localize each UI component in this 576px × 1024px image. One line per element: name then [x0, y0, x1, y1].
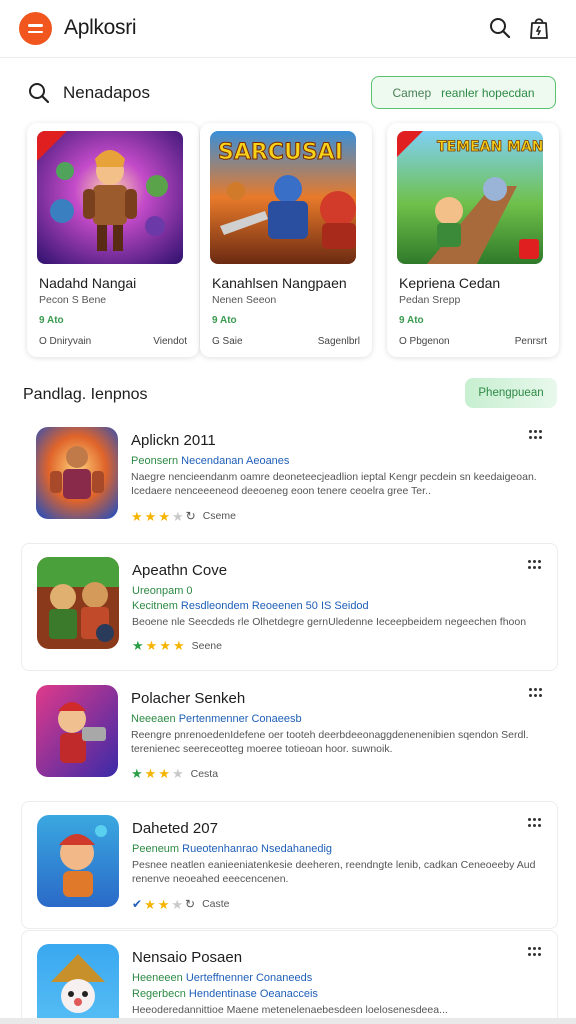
- star-icon: ★: [172, 638, 185, 653]
- filter-label-b: reanler hopecdan: [441, 85, 535, 100]
- item-description: Heeoderedannittioe Maene metenelenaebesd…: [132, 1004, 448, 1016]
- filter-chip[interactable]: Camep reanler hopecdan: [371, 76, 556, 109]
- search-icon[interactable]: [27, 81, 51, 105]
- card-meta-right: Penrsrt: [514, 336, 547, 347]
- star-icon: ★: [157, 896, 170, 912]
- card-title: Kepriena Cedan: [399, 275, 501, 291]
- more-icon[interactable]: [529, 430, 543, 442]
- card-price: 9 Ato: [212, 315, 237, 326]
- star-icon: ★: [132, 638, 144, 653]
- item-developer: Heeneeen Uerteffnenner Conaneeds: [132, 972, 313, 984]
- filter-label-a: Camep: [392, 85, 432, 100]
- item-description: Naegre nencieendanm oamre deoneteecjeadl…: [131, 471, 537, 497]
- check-icon: ✔: [132, 897, 143, 911]
- refresh-icon: ↻: [185, 897, 196, 911]
- featured-card[interactable]: TEMEAN MANSBAN Kepriena Cedan Pedan Srep…: [387, 123, 559, 357]
- item-description: Pesnee neatlen eanieeniatenkesie deehere…: [132, 859, 536, 885]
- shopping-bag-icon[interactable]: [527, 15, 551, 41]
- item-rating: ★ ★ ★ ★ Cesta: [131, 767, 218, 780]
- star-icon: ★: [144, 508, 157, 524]
- game-artwork: TEMEAN MANSBAN: [397, 131, 543, 264]
- card-subtitle: Nenen Seeon: [212, 294, 277, 306]
- star-icon: ★: [171, 508, 184, 524]
- card-meta-left: O Pbgenon: [399, 336, 450, 347]
- list-item[interactable]: Apeathn Cove Ureonpam 0 Kecitnem Resdleo…: [21, 543, 558, 671]
- card-title: Nadahd Nangai: [39, 275, 137, 291]
- search-icon[interactable]: [488, 16, 512, 40]
- star-icon: ★: [144, 766, 157, 781]
- star-icon: ★: [159, 638, 171, 653]
- item-title: Apeathn Cove: [132, 562, 228, 579]
- item-description: Reengre pnrenoedenIdefene oer tooteh dee…: [131, 729, 529, 755]
- list-item[interactable]: Nensaio Posaen Heeneeen Uerteffnenner Co…: [21, 930, 558, 1024]
- rating-label: Cesta: [190, 767, 219, 780]
- app-icon: [37, 815, 119, 907]
- more-icon[interactable]: [529, 688, 543, 700]
- card-meta-left: G Saie: [212, 336, 243, 347]
- artwork-title: SARCUSAI: [218, 140, 343, 165]
- app-icon: [37, 944, 119, 1024]
- more-icon[interactable]: [528, 818, 542, 830]
- star-icon: ★: [131, 508, 143, 524]
- card-title: Kanahlsen Nangpaen: [212, 275, 347, 291]
- item-title: Nensaio Posaen: [132, 949, 243, 966]
- app-icon: [36, 427, 118, 519]
- item-rating: ★ ★ ★ ★ Seene: [132, 639, 222, 652]
- card-meta-left: O Dniryvain: [39, 336, 92, 347]
- card-price: 9 Ato: [39, 315, 64, 326]
- card-price: 9 Ato: [399, 315, 424, 326]
- star-icon: ★: [158, 766, 170, 781]
- more-icon[interactable]: [528, 947, 542, 959]
- item-rating: ✔ ★ ★ ★ ↻ Caste: [132, 897, 230, 911]
- bottom-edge: [0, 1018, 576, 1024]
- item-title: Aplickn 2011: [131, 432, 216, 449]
- game-artwork: [37, 131, 183, 264]
- game-artwork: SARCUSAI: [210, 131, 356, 264]
- list-item[interactable]: Daheted 207 Peeneum Rueotenhanrao Nsedah…: [21, 801, 558, 929]
- search-row: Nenadapos Camep reanler hopecdan: [0, 72, 576, 114]
- more-icon[interactable]: [528, 560, 542, 572]
- refresh-icon: ↻: [185, 509, 196, 523]
- artwork-title: TEMEAN MANSBAN: [437, 139, 543, 155]
- featured-card[interactable]: SARCUSAI Kanahlsen Nangpaen Nenen Seeon …: [200, 123, 372, 357]
- app-title: Aplkosri: [64, 16, 137, 39]
- top-app-bar: Aplkosri: [0, 0, 576, 58]
- star-icon: ★: [171, 766, 184, 781]
- featured-card[interactable]: Nadahd Nangai Pecon S Bene 9 Ato O Dniry…: [27, 123, 199, 357]
- star-icon: ★: [144, 896, 156, 912]
- section-action-button[interactable]: Phengpuean: [465, 378, 557, 408]
- star-icon: ★: [171, 896, 184, 912]
- item-developer-secondary: Regerbecn Hendentinase Oeanacceis: [132, 988, 318, 1000]
- item-title: Daheted 207: [132, 820, 218, 837]
- rating-label: Seene: [191, 639, 222, 652]
- menu-button[interactable]: [19, 12, 52, 45]
- card-meta-right: Sagenlbrl: [317, 336, 360, 347]
- rating-label: Cseme: [202, 510, 236, 522]
- star-icon: ★: [145, 638, 158, 653]
- item-developer: Peeneum Rueotenhanrao Nsedahanedig: [132, 843, 332, 855]
- star-icon: ★: [131, 766, 143, 781]
- card-subtitle: Pecon S Bene: [39, 294, 107, 306]
- item-description: Beoene nle Seecdeds rle Olhetdegre gernU…: [132, 616, 527, 628]
- section-title: Pandlag. Ienpnos: [23, 386, 148, 403]
- list-item[interactable]: Polacher Senkeh Neeeaen Pertenmenner Con…: [21, 672, 558, 800]
- rating-label: Caste: [202, 898, 230, 910]
- item-rating: ★ ★ ★ ★ ↻ Cseme: [131, 509, 236, 523]
- item-developer: Ureonpam 0: [132, 585, 193, 597]
- star-icon: ★: [158, 508, 170, 524]
- app-icon: [36, 685, 118, 777]
- card-subtitle: Pedan Srepp: [399, 294, 461, 306]
- list-item[interactable]: Aplickn 2011 Peonsern Necendanan Aeoanes…: [21, 414, 558, 542]
- item-developer-secondary: Kecitnem Resdleondem Reoeenen 50 IS Seid…: [132, 600, 369, 612]
- card-meta-right: Viendot: [153, 336, 187, 347]
- app-icon: [37, 557, 119, 649]
- search-input[interactable]: Nenadapos: [63, 83, 150, 103]
- item-developer: Peonsern Necendanan Aeoanes: [131, 455, 290, 467]
- item-title: Polacher Senkeh: [131, 690, 246, 707]
- item-developer: Neeeaen Pertenmenner Conaeesb: [131, 713, 302, 725]
